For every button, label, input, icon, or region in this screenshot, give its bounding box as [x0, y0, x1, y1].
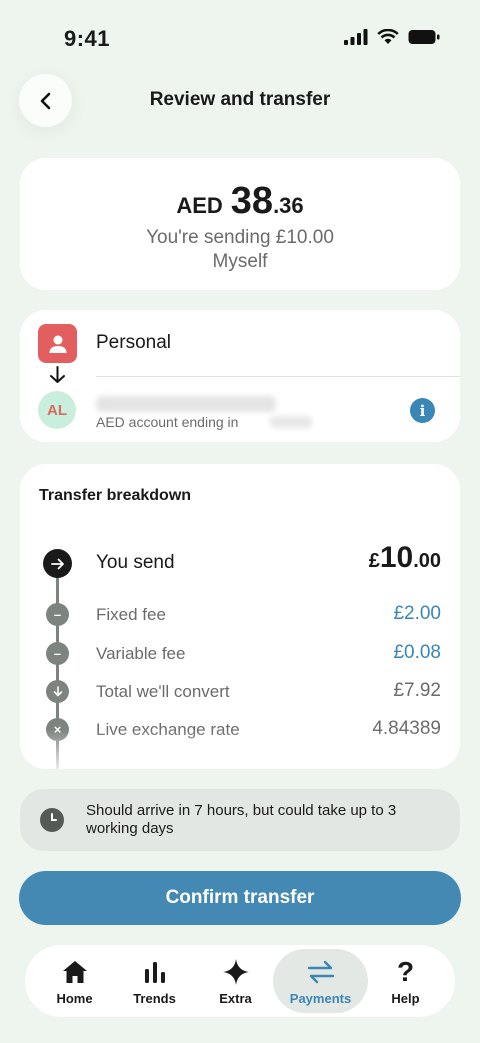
total-convert-row: Total we'll convert £7.92: [20, 680, 460, 710]
signal-icon: [344, 29, 368, 45]
nav-label: Extra: [219, 991, 252, 1006]
nav-label: Home: [56, 991, 93, 1006]
personal-account-icon: [38, 324, 77, 363]
recipient-account-ending: AED account ending in: [96, 414, 239, 430]
variable-fee-value: £0.08: [393, 642, 441, 663]
transfer-arrows-icon: [307, 957, 335, 987]
confirm-transfer-button[interactable]: Confirm transfer: [19, 871, 461, 925]
wifi-icon: [377, 29, 399, 44]
status-bar: 9:41: [0, 0, 480, 70]
breakdown-title: Transfer breakdown: [39, 487, 192, 504]
bottom-nav: Home Trends Extra Payments ? Help: [25, 945, 455, 1017]
sending-amount-text: You're sending £10.00: [146, 227, 334, 248]
received-amount: AED 38 .36: [20, 180, 460, 223]
nav-label: Trends: [133, 991, 176, 1006]
recipient-avatar: AL: [38, 391, 76, 429]
nav-label: Help: [391, 991, 420, 1006]
nav-item-extra[interactable]: Extra: [188, 949, 283, 1013]
you-send-row: You send £ 10 .00: [20, 541, 460, 579]
amount-major: 38: [230, 180, 274, 222]
status-icons: [344, 29, 440, 45]
send-currency-symbol: £: [368, 550, 380, 572]
status-time: 9:41: [64, 26, 111, 51]
redacted-recipient-name: [96, 396, 276, 412]
sparkle-icon: [222, 957, 249, 987]
amount-currency: AED: [176, 193, 223, 218]
transfer-breakdown-card: Transfer breakdown You send £ 10 .00 – F…: [20, 464, 460, 769]
amount-minor: .36: [273, 193, 304, 218]
fixed-fee-row: – Fixed fee £2.00: [20, 603, 460, 633]
divider: [96, 376, 460, 377]
nav-label: Payments: [289, 991, 352, 1006]
fixed-fee-value: £2.00: [393, 603, 441, 624]
arrival-notice: Should arrive in 7 hours, but could take…: [20, 789, 460, 851]
trends-icon: [144, 957, 166, 987]
clock-icon: [40, 808, 64, 832]
battery-icon: [408, 30, 440, 44]
redacted-account-number: [270, 416, 312, 428]
accounts-card: Personal AL AED account ending in i: [20, 310, 460, 442]
you-send-amount: £ 10 .00: [369, 541, 441, 575]
minus-icon: –: [46, 603, 69, 626]
arrow-down-small-icon: [46, 680, 69, 703]
arrow-down-icon: [50, 366, 65, 383]
total-convert-label: Total we'll convert: [96, 682, 230, 701]
person-icon: [49, 335, 66, 353]
recipient-name: Myself: [212, 251, 268, 272]
info-icon[interactable]: i: [410, 398, 435, 423]
home-icon: [62, 957, 88, 987]
scroll-fade: [20, 729, 460, 769]
page-title: Review and transfer: [149, 89, 331, 110]
variable-fee-label: Variable fee: [96, 644, 186, 663]
amount-card: AED 38 .36 You're sending £10.00 Myself: [20, 158, 460, 290]
from-account-label: Personal: [96, 332, 171, 353]
send-amount-major: 10: [379, 541, 414, 574]
nav-item-help[interactable]: ? Help: [358, 949, 453, 1013]
arrow-right-icon: [43, 549, 72, 578]
variable-fee-row: – Variable fee £0.08: [20, 642, 460, 672]
minus-icon: –: [46, 642, 69, 665]
send-amount-minor: .00: [413, 550, 441, 572]
fixed-fee-label: Fixed fee: [96, 605, 166, 624]
arrival-text: Should arrive in 7 hours, but could take…: [86, 802, 397, 837]
question-icon: ?: [396, 956, 415, 987]
total-convert-value: £7.92: [393, 680, 441, 701]
nav-item-payments[interactable]: Payments: [273, 949, 368, 1013]
you-send-label: You send: [96, 552, 175, 573]
